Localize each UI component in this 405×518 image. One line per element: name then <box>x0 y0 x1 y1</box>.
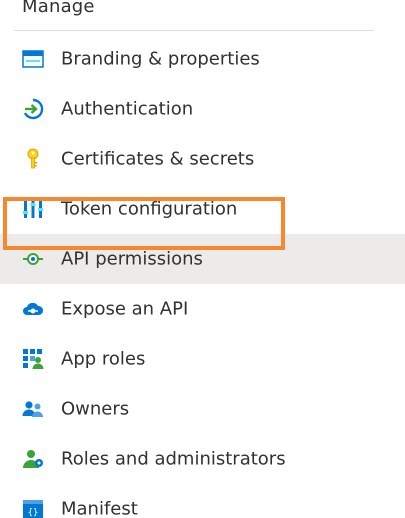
manage-nav-list: Branding & properties Authentication Cer… <box>0 34 405 518</box>
api-permissions-icon <box>22 248 44 270</box>
nav-item-label: Token configuration <box>61 198 238 220</box>
token-configuration-icon <box>22 198 44 220</box>
svg-text:{}: {} <box>28 508 39 518</box>
nav-item-expose-an-api[interactable]: Expose an API <box>0 284 405 334</box>
nav-item-authentication[interactable]: Authentication <box>0 84 405 134</box>
key-icon <box>22 148 44 170</box>
nav-item-roles-administrators[interactable]: Roles and administrators <box>0 434 405 484</box>
nav-item-label: Certificates & secrets <box>61 148 255 170</box>
manage-panel: Manage Branding & properties Authenticat… <box>0 0 405 518</box>
nav-item-manifest[interactable]: {} Manifest <box>0 484 405 518</box>
nav-item-owners[interactable]: Owners <box>0 384 405 434</box>
authentication-icon <box>22 98 44 120</box>
section-divider <box>14 30 374 31</box>
cloud-icon <box>22 298 44 320</box>
nav-item-label: Authentication <box>61 98 194 120</box>
nav-item-label: API permissions <box>61 248 203 270</box>
nav-item-api-permissions[interactable]: API permissions <box>0 234 405 284</box>
manifest-icon: {} <box>22 498 44 518</box>
nav-item-token-configuration[interactable]: Token configuration <box>0 184 405 234</box>
owners-icon <box>22 398 44 420</box>
app-roles-icon <box>22 348 44 370</box>
roles-admins-icon <box>22 448 44 470</box>
manage-section-header: Manage <box>22 0 95 17</box>
nav-item-branding-properties[interactable]: Branding & properties <box>0 34 405 84</box>
nav-item-label: Manifest <box>61 498 138 518</box>
nav-item-label: Roles and administrators <box>61 448 286 470</box>
nav-item-certificates-secrets[interactable]: Certificates & secrets <box>0 134 405 184</box>
nav-item-label: Owners <box>61 398 130 420</box>
nav-item-label: Expose an API <box>61 298 189 320</box>
nav-item-app-roles[interactable]: App roles <box>0 334 405 384</box>
nav-item-label: App roles <box>61 348 146 370</box>
nav-item-label: Branding & properties <box>61 48 260 70</box>
branding-icon <box>22 48 44 70</box>
